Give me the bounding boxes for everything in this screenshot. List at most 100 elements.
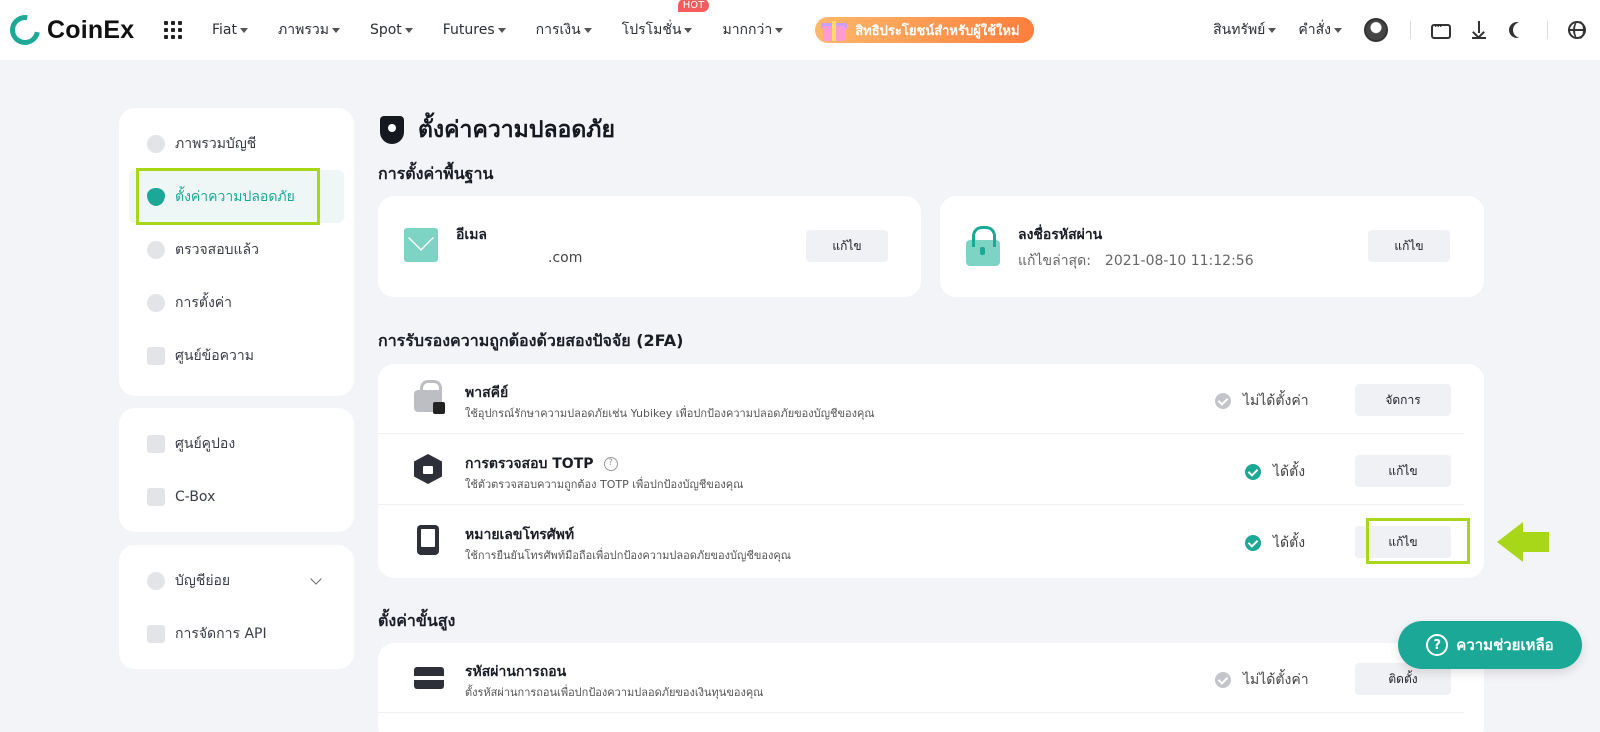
chevron-down-icon (684, 27, 693, 33)
nav-futures[interactable]: Futures (443, 22, 506, 38)
totp-desc: ใช้ตัวตรวจสอบความถูกต้อง TOTP เพื่อปกป้อ… (465, 478, 744, 491)
email-label: อีเมล (456, 227, 488, 243)
sidebar-item-api-management[interactable]: การจัดการ API (119, 607, 354, 660)
totp-title: การตรวจสอบ TOTP? (465, 453, 618, 475)
advanced-card: รหัสผ่านการถอน ตั้งรหัสผ่านการถอนเพื่อปก… (378, 643, 1484, 732)
nav-finance[interactable]: การเงิน (536, 19, 592, 41)
phone-status: ได้ตั้ง (1245, 532, 1305, 554)
chevron-down-icon (775, 27, 784, 33)
globe-icon[interactable] (1568, 21, 1586, 39)
totp-lock-icon (414, 454, 442, 484)
right-nav: สินทรัพย์ คำสั่ง (1213, 0, 1600, 60)
manage-passkey-button[interactable]: จัดการ (1355, 384, 1451, 416)
chevron-down-icon (583, 27, 592, 33)
box-icon (147, 487, 165, 506)
help-icon[interactable]: ? (603, 457, 618, 471)
withdraw-desc: ตั้งรหัสผ่านการถอนเพื่อปกป้องความปลอดภัย… (465, 686, 764, 699)
apps-grid-icon[interactable] (164, 21, 182, 39)
credit-card-icon (414, 667, 444, 689)
passkey-desc: ใช้อุปกรณ์รักษาความปลอดภัยเช่น Yubikey เ… (465, 407, 875, 420)
brand-name: CoinEx (47, 15, 135, 44)
mail-icon (404, 228, 438, 262)
withdraw-password-row: รหัสผ่านการถอน ตั้งรหัสผ่านการถอนเพื่อปก… (378, 643, 1464, 713)
highlight-edit-phone (1366, 518, 1470, 564)
chevron-down-icon (1268, 27, 1277, 33)
highlight-security-menu (136, 168, 320, 225)
password-label: ลงชื่อรหัสผ่าน (1018, 227, 1103, 243)
gift-icon (821, 18, 848, 42)
passkey-lock-icon (414, 380, 445, 414)
nav-fiat[interactable]: Fiat (212, 22, 248, 38)
phone-title: หมายเลขโทรศัพท์ (465, 527, 575, 543)
main-nav: Fiat ภาพรวม Spot Futures การเงิน โปรโมชั… (212, 0, 1034, 60)
nav-orders[interactable]: คำสั่ง (1298, 19, 1342, 41)
chevron-down-icon (310, 573, 322, 585)
sidebar-item-cbox[interactable]: C-Box (119, 470, 354, 523)
password-last-modified: แก้ไขล่าสุด: 2021-08-10 11:12:56 (1018, 253, 1254, 269)
moon-icon[interactable] (1513, 22, 1529, 38)
page-title: ตั้งค่าความปลอดภัย (380, 112, 615, 148)
phone-icon (417, 525, 439, 555)
help-button[interactable]: ? ความช่วยเหลือ (1398, 621, 1582, 669)
nav-spot[interactable]: Spot (370, 22, 413, 38)
lock-icon (966, 226, 1000, 266)
top-nav-bar: CoinEx Fiat ภาพรวม Spot Futures การเงิน … (0, 0, 1600, 60)
advanced-settings-heading: ตั้งค่าขั้นสูง (378, 611, 456, 630)
nav-overview[interactable]: ภาพรวม (278, 19, 340, 41)
chat-icon[interactable] (1431, 20, 1451, 39)
edit-email-button[interactable]: แก้ไข (806, 230, 888, 262)
chevron-down-icon (497, 27, 506, 33)
email-card: อีเมล .com แก้ไข (378, 196, 921, 297)
totp-status: ได้ตั้ง (1245, 461, 1305, 483)
twofa-heading: การรับรองความถูกต้องด้วยสองปัจจัย (2FA) (378, 331, 684, 350)
chevron-down-icon (1334, 27, 1342, 33)
users-icon (147, 571, 165, 590)
promo-label: สิทธิประโยชน์สำหรับผู้ใช้ใหม่ (855, 23, 1020, 39)
divider (1410, 21, 1411, 39)
basic-settings-heading: การตั้งค่าพื้นฐาน (378, 164, 494, 183)
nav-assets[interactable]: สินทรัพย์ (1213, 19, 1277, 41)
hot-badge: HOT (677, 0, 710, 12)
edit-password-button[interactable]: แก้ไข (1368, 230, 1450, 262)
chevron-down-icon (331, 27, 340, 33)
message-icon (147, 346, 165, 365)
pie-chart-icon (147, 134, 165, 153)
divider (1547, 21, 1548, 39)
twofa-row-passkey: พาสคีย์ ใช้อุปกรณ์รักษาความปลอดภัยเช่น Y… (378, 364, 1464, 434)
coinex-logo-icon (4, 9, 46, 51)
coinex-logo[interactable]: CoinEx (4, 9, 150, 51)
check-circle-icon (1215, 393, 1231, 409)
edit-totp-button[interactable]: แก้ไข (1355, 455, 1451, 487)
sidebar-item-coupons[interactable]: ศูนย์คูปอง (119, 417, 354, 470)
coupon-icon (147, 434, 165, 453)
passkey-title: พาสคีย์ (465, 385, 509, 401)
nav-promotions[interactable]: โปรโมชั่น HOT (622, 0, 710, 41)
sidebar-item-messages[interactable]: ศูนย์ข้อความ (119, 329, 354, 382)
question-icon: ? (1426, 634, 1449, 656)
avatar[interactable] (1364, 18, 1388, 42)
withdraw-title: รหัสผ่านการถอน (465, 664, 567, 680)
chevron-down-icon (240, 27, 248, 33)
chevron-down-icon (404, 27, 413, 33)
passkey-status: ไม่ได้ตั้งค่า (1215, 390, 1309, 412)
sidebar-item-verified[interactable]: ตรวจสอบแล้ว (119, 223, 354, 276)
sidebar-item-account-overview[interactable]: ภาพรวมบัญชี (119, 117, 354, 170)
twofa-row-totp: การตรวจสอบ TOTP? ใช้ตัวตรวจสอบความถูกต้อ… (378, 435, 1464, 505)
twofa-row-phone: หมายเลขโทรศัพท์ ใช้การยืนยันโทรศัพท์มือถ… (378, 506, 1464, 576)
email-value: .com (548, 250, 583, 266)
sidebar-account-group: ภาพรวมบัญชี ตั้งค่าความปลอดภัย ตรวจสอบแล… (119, 108, 354, 396)
check-circle-icon (1245, 535, 1261, 551)
phone-desc: ใช้การยืนยันโทรศัพท์มือถือเพื่อปกป้องควา… (465, 549, 791, 562)
sidebar-rewards-group: ศูนย์คูปอง C-Box (119, 408, 354, 532)
sidebar-item-settings[interactable]: การตั้งค่า (119, 276, 354, 329)
twofa-card: พาสคีย์ ใช้อุปกรณ์รักษาความปลอดภัยเช่น Y… (378, 364, 1484, 578)
nav-more[interactable]: มากกว่า (722, 19, 784, 41)
new-user-promo-banner[interactable]: สิทธิประโยชน์สำหรับผู้ใช้ใหม่ (815, 17, 1034, 43)
check-circle-icon (1215, 672, 1231, 688)
sidebar-item-subaccounts[interactable]: บัญชีย่อย (119, 554, 354, 607)
check-circle-icon (1245, 464, 1261, 480)
download-icon[interactable] (1469, 20, 1489, 40)
password-card: ลงชื่อรหัสผ่าน แก้ไขล่าสุด: 2021-08-10 11… (940, 196, 1484, 297)
badge-icon (147, 240, 165, 259)
gear-icon (147, 293, 165, 312)
